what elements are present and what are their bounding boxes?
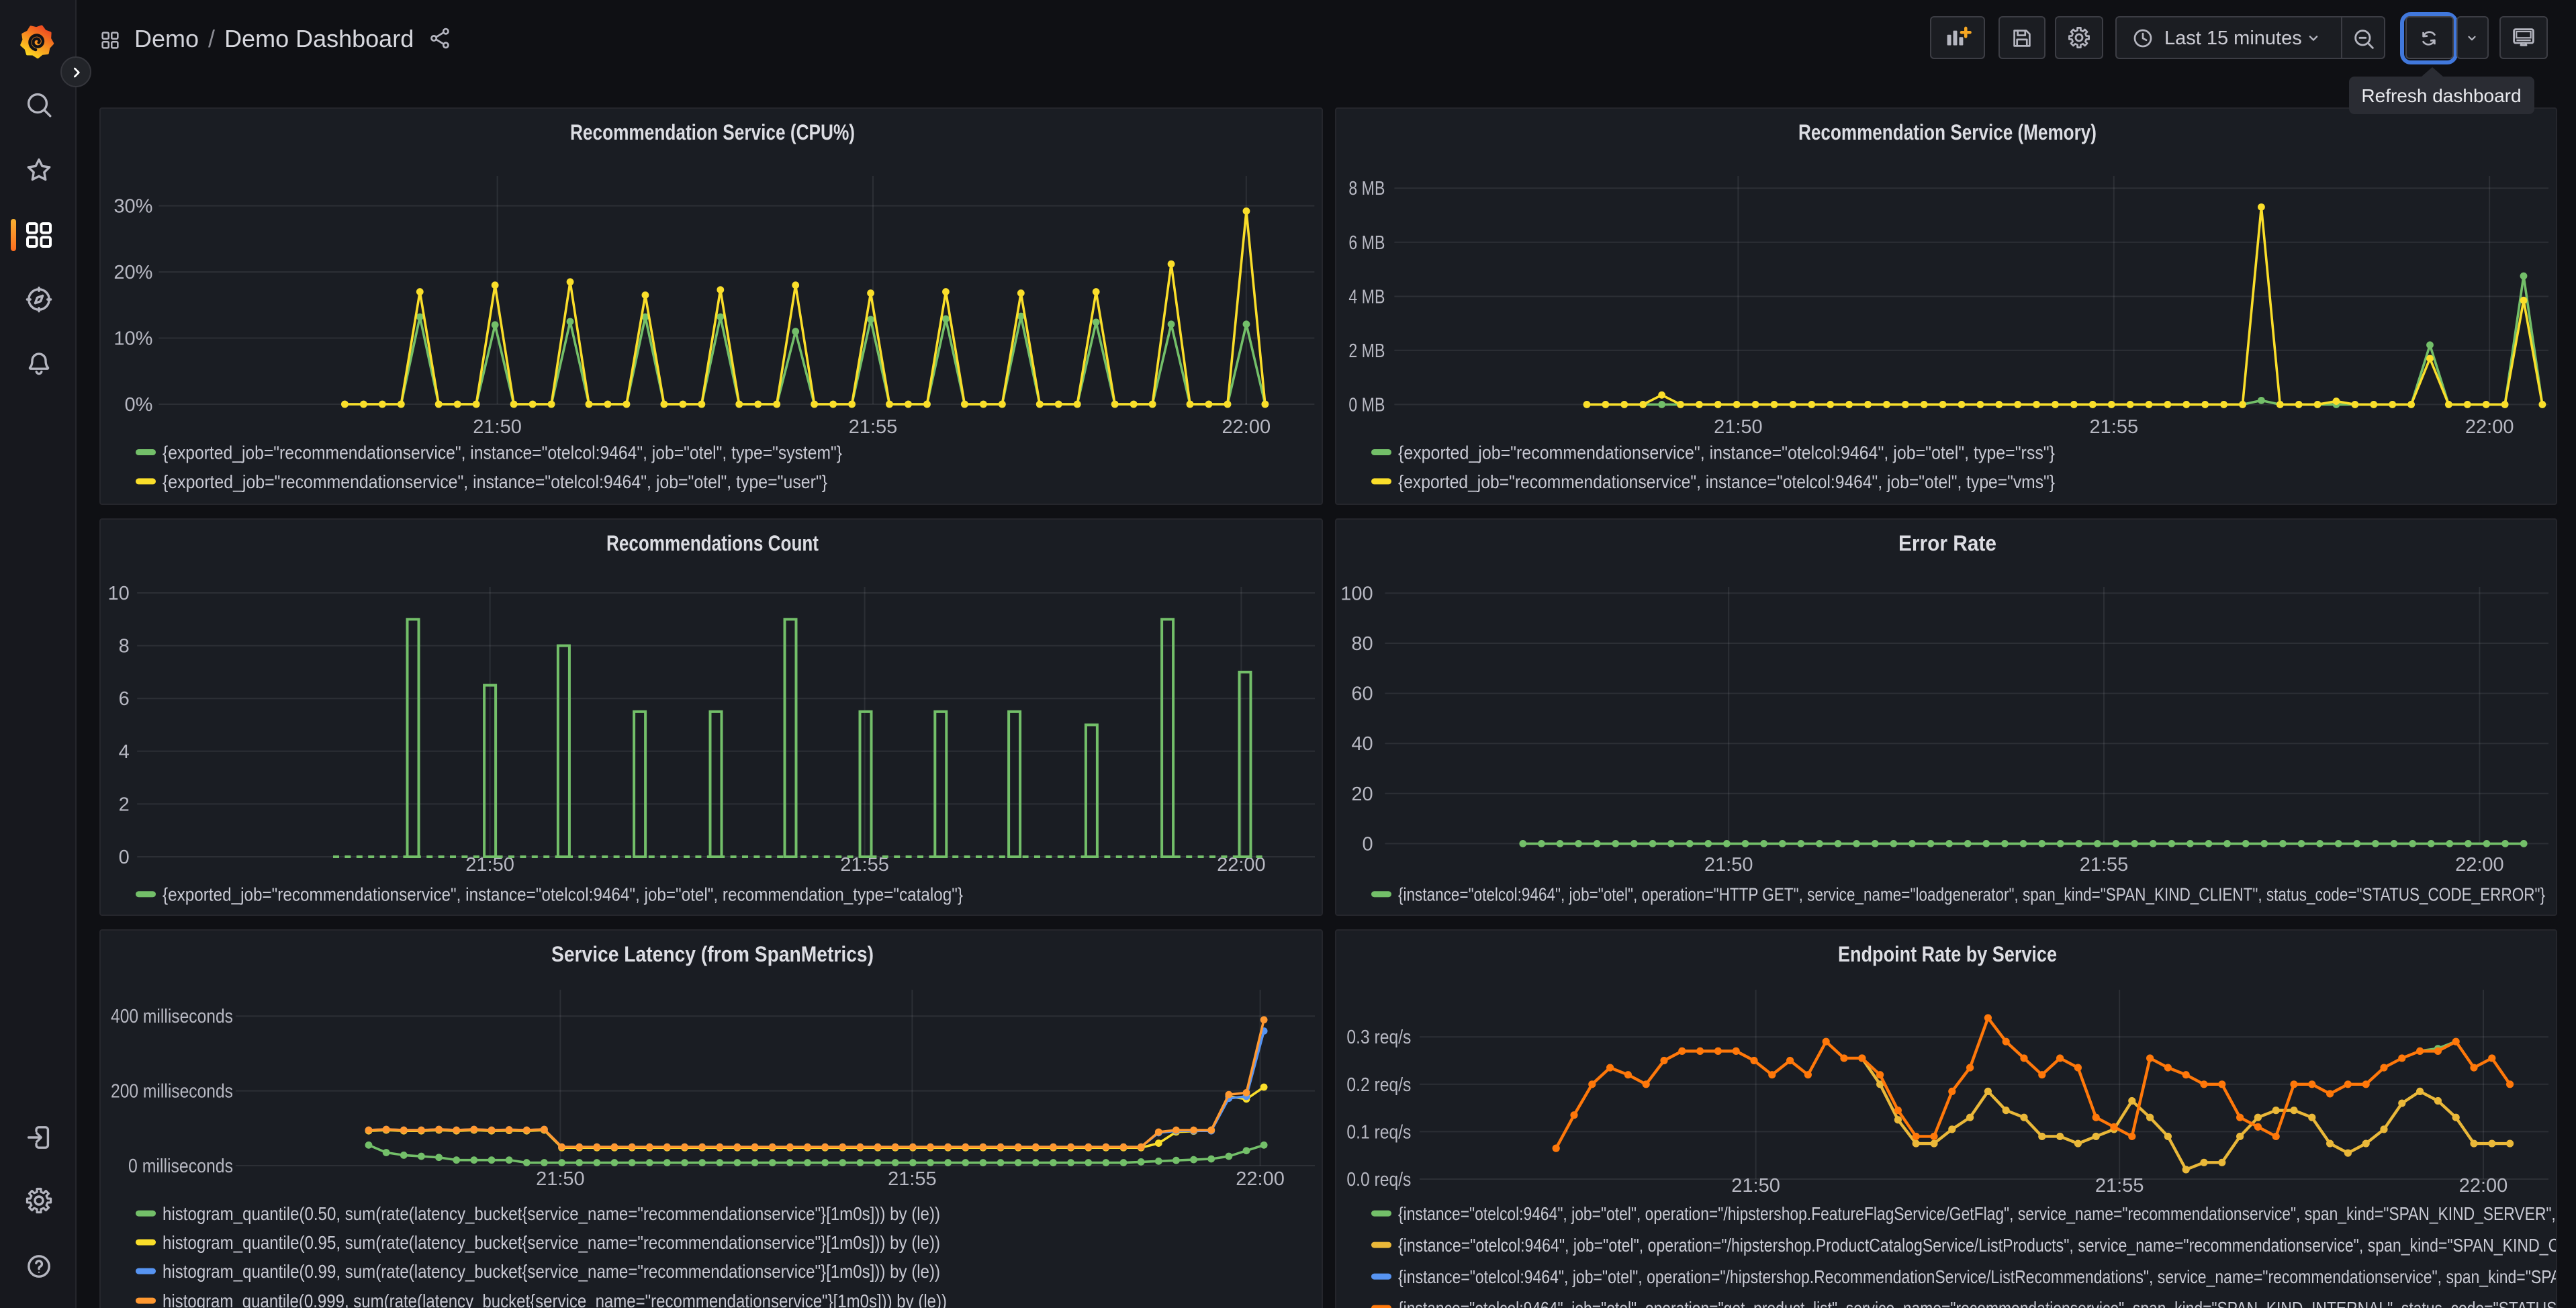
svg-text:0 MB: 0 MB <box>1348 394 1384 416</box>
svg-text:0.2 req/s: 0.2 req/s <box>1346 1074 1410 1096</box>
svg-text:Endpoint Rate by Service: Endpoint Rate by Service <box>1837 942 2056 966</box>
svg-text:10: 10 <box>107 583 129 604</box>
svg-text:0: 0 <box>1361 833 1372 855</box>
svg-text:8 MB: 8 MB <box>1348 178 1384 199</box>
svg-text:21:50: 21:50 <box>472 416 521 438</box>
svg-text:histogram_quantile(0.99, sum(r: histogram_quantile(0.99, sum(rate(latenc… <box>162 1261 939 1282</box>
svg-text:histogram_quantile(0.999, sum(: histogram_quantile(0.999, sum(rate(laten… <box>162 1291 946 1308</box>
svg-text:200 milliseconds: 200 milliseconds <box>110 1081 232 1103</box>
svg-text:22:00: 22:00 <box>1235 1168 1284 1190</box>
svg-text:{instance="otelcol:9464", job=: {instance="otelcol:9464", job="otel", op… <box>1397 1298 2557 1308</box>
svg-text:22:00: 22:00 <box>1222 416 1271 438</box>
svg-text:80: 80 <box>1350 633 1372 655</box>
svg-text:20: 20 <box>1350 784 1372 805</box>
svg-text:21:55: 21:55 <box>887 1168 936 1190</box>
svg-text:{exported_job="recommendations: {exported_job="recommendationservice", i… <box>1397 442 2054 463</box>
svg-text:8: 8 <box>118 636 129 657</box>
svg-text:22:00: 22:00 <box>2465 416 2514 438</box>
svg-text:{exported_job="recommendations: {exported_job="recommendationservice", i… <box>1397 471 2054 492</box>
svg-text:2: 2 <box>118 794 129 815</box>
svg-text:10%: 10% <box>113 328 152 350</box>
svg-text:{exported_job="recommendations: {exported_job="recommendationservice", i… <box>162 471 827 492</box>
svg-text:0 milliseconds: 0 milliseconds <box>128 1156 232 1177</box>
svg-text:40: 40 <box>1350 733 1372 755</box>
svg-text:0%: 0% <box>124 394 152 416</box>
svg-text:22:00: 22:00 <box>2454 854 2503 876</box>
svg-text:{exported_job="recommendations: {exported_job="recommendationservice", i… <box>162 884 962 905</box>
svg-text:0.3 req/s: 0.3 req/s <box>1346 1027 1410 1048</box>
svg-text:22:00: 22:00 <box>2458 1175 2508 1197</box>
svg-text:2 MB: 2 MB <box>1348 340 1384 362</box>
svg-text:Recommendations Count: Recommendations Count <box>606 531 818 555</box>
svg-text:Recommendation Service (Memory: Recommendation Service (Memory) <box>1798 120 2096 144</box>
svg-text:30%: 30% <box>113 196 152 218</box>
svg-text:21:50: 21:50 <box>1704 854 1753 876</box>
svg-text:4: 4 <box>118 741 129 763</box>
svg-text:21:55: 21:55 <box>848 416 897 438</box>
svg-text:Error Rate: Error Rate <box>1898 531 1996 555</box>
svg-text:0.1 req/s: 0.1 req/s <box>1346 1121 1410 1143</box>
svg-text:21:50: 21:50 <box>1713 416 1762 438</box>
svg-text:60: 60 <box>1350 684 1372 705</box>
svg-text:Service Latency (from SpanMetr: Service Latency (from SpanMetrics) <box>551 942 873 966</box>
svg-text:{instance="otelcol:9464", job=: {instance="otelcol:9464", job="otel", op… <box>1397 1266 2557 1287</box>
svg-text:6 MB: 6 MB <box>1348 232 1384 254</box>
svg-text:400 milliseconds: 400 milliseconds <box>110 1006 232 1027</box>
svg-text:0.0 req/s: 0.0 req/s <box>1346 1169 1410 1190</box>
svg-text:21:50: 21:50 <box>535 1168 584 1190</box>
svg-text:4 MB: 4 MB <box>1348 286 1384 308</box>
svg-text:{instance="otelcol:9464", job=: {instance="otelcol:9464", job="otel", op… <box>1397 1203 2557 1224</box>
svg-text:0: 0 <box>118 847 129 868</box>
svg-text:{instance="otelcol:9464", job=: {instance="otelcol:9464", job="otel", op… <box>1397 884 2544 905</box>
svg-text:21:50: 21:50 <box>1731 1175 1780 1197</box>
svg-text:21:55: 21:55 <box>2079 854 2128 876</box>
svg-text:{exported_job="recommendations: {exported_job="recommendationservice", i… <box>162 442 841 463</box>
svg-text:21:55: 21:55 <box>2089 416 2138 438</box>
svg-text:{instance="otelcol:9464", job=: {instance="otelcol:9464", job="otel", op… <box>1397 1235 2557 1256</box>
svg-text:21:55: 21:55 <box>2095 1175 2144 1197</box>
svg-text:100: 100 <box>1340 583 1372 604</box>
svg-text:6: 6 <box>118 688 129 710</box>
svg-text:20%: 20% <box>113 262 152 283</box>
svg-text:histogram_quantile(0.95, sum(r: histogram_quantile(0.95, sum(rate(latenc… <box>162 1232 939 1253</box>
svg-text:histogram_quantile(0.50, sum(r: histogram_quantile(0.50, sum(rate(latenc… <box>162 1203 939 1224</box>
svg-text:Recommendation Service (CPU%): Recommendation Service (CPU%) <box>569 120 854 144</box>
